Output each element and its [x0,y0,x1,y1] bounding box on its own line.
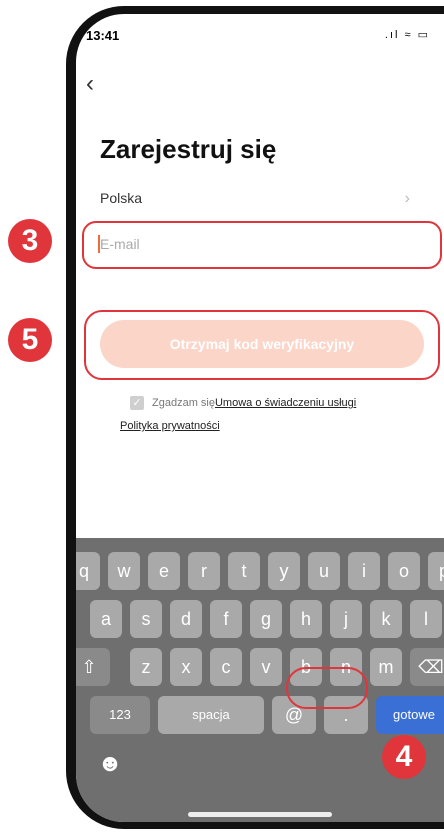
backspace-key[interactable]: ⌫ [410,648,444,686]
key-m[interactable]: m [370,648,402,686]
key-x[interactable]: x [170,648,202,686]
privacy-policy-link[interactable]: Polityka prywatności [120,420,220,432]
space-key[interactable]: spacja [158,696,264,734]
key-f[interactable]: f [210,600,242,638]
numbers-key[interactable]: 123 [90,696,150,734]
privacy-policy-label[interactable]: Polityka prywatności [120,420,220,432]
key-h[interactable]: h [290,600,322,638]
key-o[interactable]: o [388,552,420,590]
step-badge-4: 4 [382,735,426,779]
service-agreement-link[interactable]: Umowa o świadczeniu usługi [215,397,356,409]
verify-highlight: Otrzymaj kod weryfikacyjny [84,310,440,380]
key-r[interactable]: r [188,552,220,590]
page-title: Zarejestruj się [100,134,277,164]
key-q[interactable]: q [76,552,100,590]
agreement-row: ✓ Zgadzam sięUmowa o świadczeniu usługi [130,396,356,410]
key-i[interactable]: i [348,552,380,590]
key-j[interactable]: j [330,600,362,638]
key-c[interactable]: c [210,648,242,686]
shift-key[interactable]: ⇧ [76,648,110,686]
key-p[interactable]: p [428,552,444,590]
home-indicator [188,812,332,817]
agreement-text: Zgadzam się [152,396,215,409]
key-d[interactable]: d [170,600,202,638]
key-v[interactable]: v [250,648,282,686]
status-time: 13:41 [86,28,120,43]
done-highlight [286,667,368,709]
app-screen: 13:41 .ıl ≈ ▭ ‹ Zarejestruj się Polska ›… [76,14,444,822]
key-z[interactable]: z [130,648,162,686]
key-a[interactable]: a [90,600,122,638]
country-label: Polska [100,190,143,206]
chevron-right-icon: › [404,190,410,207]
key-y[interactable]: y [268,552,300,590]
key-k[interactable]: k [370,600,402,638]
step-badge-5: 5 [8,318,52,362]
key-u[interactable]: u [308,552,340,590]
keyboard: q w e r t y u i o p a s d f g h j k l ⇧ … [76,538,444,822]
back-icon[interactable]: ‹ [86,70,94,98]
get-code-button[interactable]: Otrzymaj kod weryfikacyjny [100,320,424,368]
status-icons: .ıl ≈ ▭ [384,29,430,41]
key-t[interactable]: t [228,552,260,590]
emoji-icon[interactable]: ☻ [94,748,126,780]
email-input[interactable] [98,231,402,257]
country-selector[interactable]: Polska › [100,190,410,214]
key-g[interactable]: g [250,600,282,638]
key-s[interactable]: s [130,600,162,638]
key-w[interactable]: w [108,552,140,590]
key-l[interactable]: l [410,600,442,638]
agree-checkbox[interactable]: ✓ [130,396,144,410]
step-badge-3: 3 [8,219,52,263]
key-e[interactable]: e [148,552,180,590]
email-highlight [82,221,442,269]
done-key[interactable]: gotowe [376,696,444,734]
